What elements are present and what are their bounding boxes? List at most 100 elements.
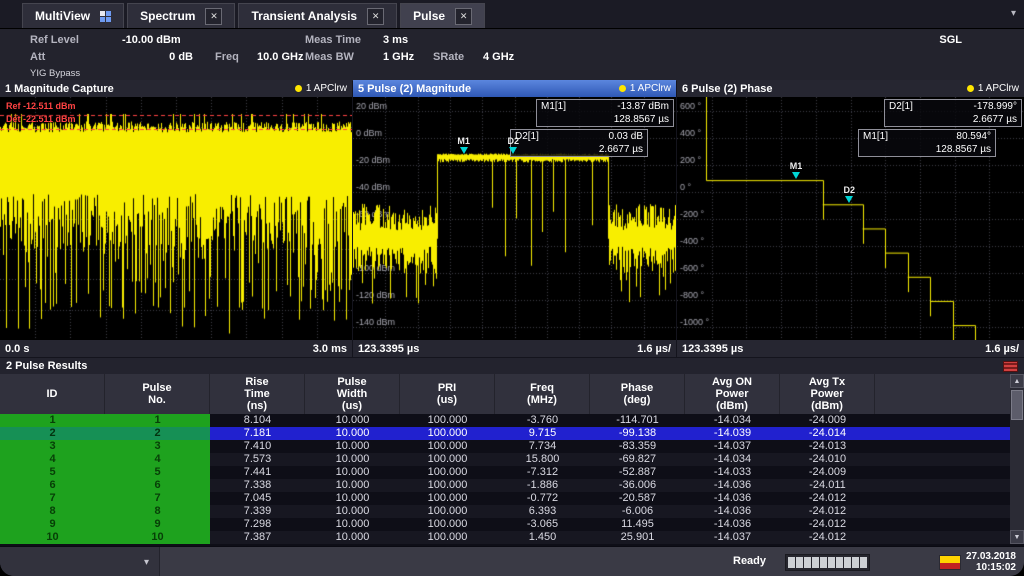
close-icon-pulse[interactable]: ✕ (455, 8, 472, 25)
trace-badge-label: 1 APClrw (306, 83, 347, 94)
datetime-block: 27.03.2018 10:15:02 (939, 551, 1016, 573)
table-cell: 7.181 (210, 427, 305, 440)
scroll-down-icon[interactable]: ▼ (1010, 530, 1024, 544)
x-scale-label: 1.6 µs/ (637, 343, 671, 355)
marker-position: 2.6677 µs (973, 113, 1017, 126)
table-cell: -14.037 (685, 531, 780, 544)
table-cell: -36.006 (590, 479, 685, 492)
table-cell: -3.760 (495, 414, 590, 427)
table-cell: 9 (105, 518, 210, 531)
table-cell: -14.036 (685, 518, 780, 531)
column-header[interactable]: Phase (deg) (590, 374, 685, 414)
column-header[interactable]: Pulse Width (us) (305, 374, 400, 414)
tab-label-multiview: MultiView (35, 9, 90, 23)
x-scale-label: 1.6 µs/ (985, 343, 1019, 355)
panel-title-pulse-magnitude[interactable]: 5 Pulse (2) Magnitude 1 APClrw (353, 80, 676, 97)
marker-name: M1[1] (541, 100, 566, 113)
tab-multiview[interactable]: MultiView (22, 3, 124, 28)
window-icon[interactable] (1003, 361, 1018, 372)
column-header[interactable]: Avg ON Power (dBm) (685, 374, 780, 414)
marker-value: -178.999° (974, 100, 1017, 113)
column-header[interactable]: Pulse No. (105, 374, 210, 414)
table-cell: 7 (0, 492, 105, 505)
panel-pulse-phase[interactable]: 6 Pulse (2) Phase 1 APClrw D2[1] -178.999… (677, 80, 1024, 357)
pulse-magnitude-chart[interactable]: M1[1]-13.87 dBm 128.8567 µs D2[1]0.03 dB… (353, 97, 676, 340)
marker-readout-d2: D2[1] -178.999° 2.6677 µs (884, 99, 1022, 127)
column-header[interactable]: ID (0, 374, 105, 414)
table-cell: -14.034 (685, 453, 780, 466)
marker-triangle-icon (509, 147, 517, 154)
table-row[interactable]: 557.44110.000100.000-7.312-52.887-14.033… (0, 466, 1010, 479)
panel-title-pulse-phase[interactable]: 6 Pulse (2) Phase 1 APClrw (677, 80, 1024, 97)
tab-pulse[interactable]: Pulse ✕ (400, 3, 485, 28)
marker-d2[interactable]: D2 (844, 186, 856, 203)
table-cell: 100.000 (400, 531, 495, 544)
tab-bar: MultiView Spectrum ✕ Transient Analysis … (0, 0, 1024, 28)
table-cell: 6 (105, 479, 210, 492)
table-cell: -14.034 (685, 414, 780, 427)
panel-title-magnitude-capture[interactable]: 1 Magnitude Capture 1 APClrw (0, 80, 352, 97)
table-row[interactable]: 997.29810.000100.000-3.06511.495-14.036-… (0, 518, 1010, 531)
panel-pulse-magnitude[interactable]: 5 Pulse (2) Magnitude 1 APClrw M1[1]-13.… (353, 80, 676, 357)
table-row[interactable]: 447.57310.000100.00015.800-69.827-14.034… (0, 453, 1010, 466)
marker-readout-m1: M1[1]80.594° 128.8567 µs (858, 129, 996, 157)
scroll-up-icon[interactable]: ▲ (1010, 374, 1024, 388)
tab-transient-analysis[interactable]: Transient Analysis ✕ (238, 3, 397, 28)
table-cell: -24.009 (780, 466, 875, 479)
att-value[interactable]: 0 dB (122, 51, 193, 63)
table-cell: -24.011 (780, 479, 875, 492)
marker-label: D2 (844, 186, 856, 195)
table-cell: 100.000 (400, 427, 495, 440)
column-header[interactable]: Freq (MHz) (495, 374, 590, 414)
srate-value[interactable]: 4 GHz (483, 51, 514, 63)
table-row[interactable]: 777.04510.000100.000-0.772-20.587-14.036… (0, 492, 1010, 505)
table-cell: 1 (105, 414, 210, 427)
marker-m1[interactable]: M1 (457, 137, 470, 154)
tabbar-dropdown-icon[interactable]: ▾ (1011, 8, 1016, 19)
pulse-phase-chart[interactable]: D2[1] -178.999° 2.6677 µs M1[1]80.594° 12… (677, 97, 1024, 340)
magnitude-capture-plot[interactable] (0, 97, 352, 340)
marker-m1[interactable]: M1 (790, 162, 803, 179)
table-cell: 10.000 (305, 479, 400, 492)
table-row[interactable]: 10107.38710.000100.0001.45025.901-14.037… (0, 531, 1010, 544)
table-cell: 3 (105, 440, 210, 453)
column-header[interactable]: PRI (us) (400, 374, 495, 414)
tab-label-transient: Transient Analysis (251, 9, 357, 23)
table-cell: -24.009 (780, 414, 875, 427)
meas-time-value[interactable]: 3 ms (383, 34, 408, 46)
x-start-label: 0.0 s (5, 343, 29, 355)
table-row[interactable]: 667.33810.000100.000-1.886-36.006-14.036… (0, 479, 1010, 492)
panel-title-text: 6 Pulse (2) Phase (682, 83, 773, 95)
table-cell: 7.387 (210, 531, 305, 544)
table-row[interactable]: 887.33910.000100.0006.393-6.006-14.036-2… (0, 505, 1010, 518)
meas-bw-value[interactable]: 1 GHz (383, 51, 414, 63)
table-cell: -24.013 (780, 440, 875, 453)
trace-badge-label: 1 APClrw (630, 83, 671, 94)
table-scrollbar[interactable]: ▲ ▼ (1010, 374, 1024, 544)
pulse-results-title-bar[interactable]: 2 Pulse Results (0, 358, 1024, 374)
rs-logo (939, 555, 961, 570)
table-row[interactable]: 227.18110.000100.0009.715-99.138-14.039-… (0, 427, 1010, 440)
table-row[interactable]: 337.41010.000100.0007.734-83.359-14.037-… (0, 440, 1010, 453)
table-row[interactable]: 118.10410.000100.000-3.760-114.701-14.03… (0, 414, 1010, 427)
close-icon-spectrum[interactable]: ✕ (205, 8, 222, 25)
marker-name: D2[1] (889, 100, 913, 113)
phase-x-axis: 123.3395 µs 1.6 µs/ (677, 340, 1024, 357)
table-cell: 10.000 (305, 440, 400, 453)
tab-spectrum[interactable]: Spectrum ✕ (127, 3, 235, 28)
freq-value[interactable]: 10.0 GHz (257, 51, 303, 63)
close-icon-transient[interactable]: ✕ (367, 8, 384, 25)
column-header[interactable]: Rise Time (ns) (210, 374, 305, 414)
column-header[interactable]: Avg Tx Power (dBm) (780, 374, 875, 414)
header-filler (875, 374, 1010, 414)
progress-bar (785, 554, 870, 571)
ref-level-value[interactable]: -10.00 dBm (122, 34, 181, 46)
panel-magnitude-capture[interactable]: 1 Magnitude Capture 1 APClrw Ref -12.511… (0, 80, 352, 357)
magnitude-capture-chart[interactable]: Ref -12.511 dBm Det -22.511 dBm (0, 97, 352, 340)
meas-bw-label: Meas BW (305, 51, 354, 63)
att-label: Att (30, 51, 45, 63)
marker-d2[interactable]: D2 (508, 137, 520, 154)
scrollbar-thumb[interactable] (1011, 390, 1023, 420)
capture-x-axis: 0.0 s 3.0 ms (0, 340, 352, 357)
statusbar-dropdown[interactable]: ▾ (0, 547, 160, 576)
